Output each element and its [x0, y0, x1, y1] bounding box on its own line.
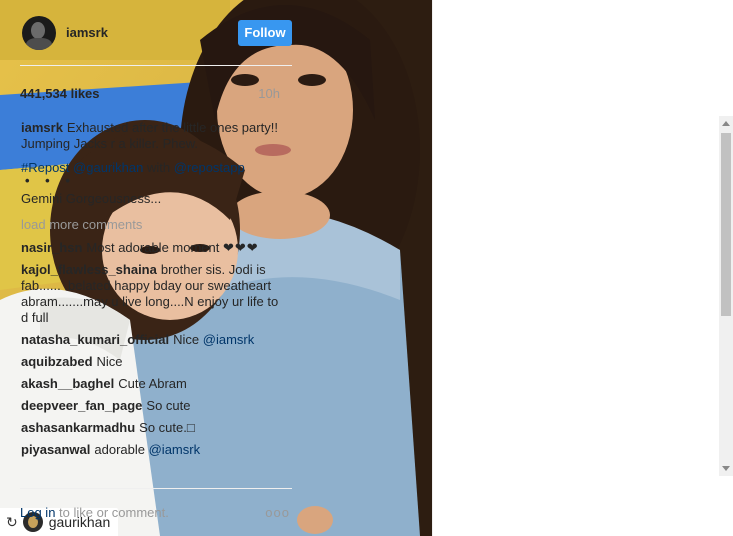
- comment-item: aquibzabed Nice: [21, 354, 286, 370]
- comment-item: akash__baghel Cute Abram: [21, 376, 286, 392]
- login-prompt: Log in to like or comment.: [20, 505, 169, 520]
- repost-caption: Gemini Gorgeousness...: [21, 191, 162, 206]
- comment-text: adorable: [94, 442, 145, 457]
- comment-mention[interactable]: @iamsrk: [149, 442, 200, 457]
- missing-glyph: □: [186, 420, 195, 435]
- comment-text: Cute Abram: [118, 376, 187, 391]
- scroll-up-icon[interactable]: [722, 121, 730, 126]
- post-side-panel: [432, 0, 733, 536]
- post-stats: 441,534 likes 10h: [20, 86, 280, 101]
- comment-item: nasir_hsn Most adorable moment ❤❤❤: [21, 240, 286, 256]
- login-link[interactable]: Log in: [20, 505, 55, 520]
- more-options-icon[interactable]: ooo: [265, 505, 290, 520]
- caption-username[interactable]: iamsrk: [21, 120, 63, 135]
- comment-username[interactable]: ashasankarmadhu: [21, 420, 135, 435]
- comment-username[interactable]: piyasanwal: [21, 442, 90, 457]
- comments-list[interactable]: iamsrk Exhausted after the little ones pa…: [21, 120, 286, 480]
- comment-username[interactable]: nasir_hsn: [21, 240, 82, 255]
- comment-text: Most adorable moment: [86, 240, 220, 255]
- post-footer: Log in to like or comment. ooo: [20, 488, 292, 536]
- repost-with-text: with: [146, 160, 171, 175]
- user-avatar[interactable]: [22, 15, 56, 50]
- comment-username[interactable]: akash__baghel: [21, 376, 114, 391]
- comment-text: So cute.: [139, 420, 187, 435]
- comment-username[interactable]: deepveer_fan_page: [21, 398, 142, 413]
- comment-text: So cute: [146, 398, 191, 413]
- login-suffix: to like or comment.: [59, 505, 169, 520]
- repost-app-mention[interactable]: @repostapp: [174, 160, 245, 175]
- repost-user-mention[interactable]: @gaurikhan: [73, 160, 143, 175]
- comment-username[interactable]: aquibzabed: [21, 354, 93, 369]
- heart-emoji: ❤❤❤: [223, 240, 259, 255]
- load-more-comments[interactable]: load more comments: [21, 217, 286, 233]
- repost-icon: ↻: [6, 513, 18, 530]
- comments-scrollbar[interactable]: [719, 116, 733, 476]
- likes-count[interactable]: 441,534 likes: [20, 86, 100, 101]
- comment-item: kajol_flawless_shaina brother sis. Jodi i…: [21, 262, 286, 326]
- follow-button[interactable]: Follow: [238, 19, 292, 46]
- comment-text: Nice: [173, 332, 200, 347]
- scroll-thumb[interactable]: [721, 133, 731, 316]
- post-username[interactable]: iamsrk: [66, 25, 238, 40]
- comment-item: deepveer_fan_page So cute: [21, 398, 286, 414]
- caption-dots: • • •: [25, 173, 76, 188]
- comment-username[interactable]: kajol_flawless_shaina: [21, 262, 157, 277]
- comment-item: ashasankarmadhu So cute.□: [21, 420, 286, 436]
- comment-item: natasha_kumari_official Nice @iamsrk: [21, 332, 286, 348]
- post-caption: iamsrk Exhausted after the little ones pa…: [21, 120, 286, 152]
- post-header: iamsrk Follow: [20, 0, 292, 66]
- comment-username[interactable]: natasha_kumari_official: [21, 332, 169, 347]
- comment-text: Nice: [96, 354, 123, 369]
- post-time[interactable]: 10h: [258, 86, 280, 101]
- scroll-down-icon[interactable]: [722, 466, 730, 471]
- comment-item: piyasanwal adorable @iamsrk: [21, 442, 286, 458]
- comment-mention[interactable]: @iamsrk: [203, 332, 254, 347]
